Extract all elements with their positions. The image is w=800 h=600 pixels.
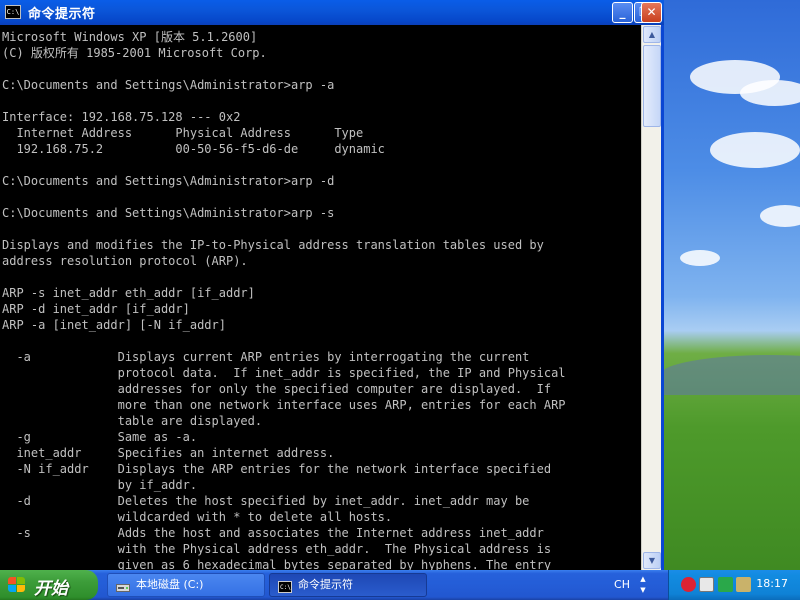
console-line: Internet Address Physical Address Type — [2, 126, 364, 140]
console-output[interactable]: Microsoft Windows XP [版本 5.1.2600] (C) 版权… — [0, 25, 641, 570]
console-line: Microsoft Windows XP [版本 5.1.2600] — [2, 30, 258, 44]
console-line: Displays and modifies the IP-to-Physical… — [2, 238, 544, 252]
console-line: -s Adds the host and associates the Inte… — [2, 526, 544, 540]
console-line: C:\Documents and Settings\Administrator>… — [2, 174, 335, 188]
console-line: by if_addr. — [2, 478, 198, 492]
console-line: -a Displays current ARP entries by inter… — [2, 350, 530, 364]
console-line: table are displayed. — [2, 414, 263, 428]
console-line: C:\Documents and Settings\Administrator>… — [2, 78, 335, 92]
cmd-icon[interactable]: C:\ — [5, 5, 21, 19]
cmd-icon: C:\ — [278, 579, 292, 593]
close-button[interactable]: ✕ — [641, 2, 662, 23]
console-line: inet_addr Specifies an internet address. — [2, 446, 335, 460]
console-line: given as 6 hexadecimal bytes separated b… — [2, 558, 552, 570]
network-icon[interactable] — [718, 577, 733, 592]
console-line: -N if_addr Displays the ARP entries for … — [2, 462, 552, 476]
minimize-button[interactable]: _ — [612, 2, 633, 23]
console-line: -d Deletes the host specified by inet_ad… — [2, 494, 530, 508]
console-line: ARP -d inet_addr [if_addr] — [2, 302, 190, 316]
svg-text:C:\: C:\ — [280, 584, 291, 591]
speaker-icon[interactable] — [736, 577, 751, 592]
start-button[interactable]: 开始 — [0, 570, 98, 600]
task-label: 命令提示符 — [298, 578, 353, 591]
task-label: 本地磁盘 (C:) — [136, 578, 204, 591]
console-line: address resolution protocol (ARP). — [2, 254, 248, 268]
console-line: addresses for only the specified compute… — [2, 382, 552, 396]
vmware-tools-icon[interactable] — [699, 577, 714, 592]
console-line: -g Same as -a. — [2, 430, 198, 444]
scroll-down-button[interactable]: ▼ — [643, 552, 661, 569]
console-line: Interface: 192.168.75.128 --- 0x2 — [2, 110, 241, 124]
console-text: Microsoft Windows XP [版本 5.1.2600] (C) 版权… — [0, 25, 641, 570]
console-line: ARP -s inet_addr eth_addr [if_addr] — [2, 286, 255, 300]
scroll-up-button[interactable]: ▲ — [643, 26, 661, 43]
drive-icon — [116, 579, 130, 592]
console-line: 192.168.75.2 00-50-56-f5-d6-de dynamic — [2, 142, 385, 156]
console-line: ARP -a [inet_addr] [-N if_addr] — [2, 318, 226, 332]
security-shield-icon[interactable] — [681, 577, 696, 592]
console-line: protocol data. If inet_addr is specified… — [2, 366, 566, 380]
console-line: wildcarded with * to delete all hosts. — [2, 510, 393, 524]
language-indicator[interactable]: CH — [609, 573, 635, 597]
start-label: 开始 — [34, 579, 68, 599]
system-tray: 18:17 — [668, 570, 800, 600]
console-line: C:\Documents and Settings\Administrator>… — [2, 206, 335, 220]
console-line: with the Physical address eth_addr. The … — [2, 542, 552, 556]
task-command-prompt[interactable]: C:\ 命令提示符 — [269, 573, 427, 597]
console-line: (C) 版权所有 1985-2001 Microsoft Corp. — [2, 46, 267, 60]
task-local-disk[interactable]: 本地磁盘 (C:) — [107, 573, 265, 597]
console-line: more than one network interface uses ARP… — [2, 398, 566, 412]
scrollbar-thumb[interactable] — [643, 45, 661, 127]
window-title: 命令提示符 — [28, 7, 96, 22]
vertical-scrollbar[interactable]: ▲ ▼ — [641, 25, 661, 570]
clock[interactable]: 18:17 — [756, 577, 788, 590]
command-prompt-window[interactable]: C:\ 命令提示符 _ ❐ ✕ Microsoft Windows XP [版本… — [0, 0, 664, 570]
window-titlebar[interactable]: C:\ 命令提示符 _ ❐ ✕ — [0, 0, 664, 25]
windows-logo-icon — [8, 577, 26, 593]
language-arrows-icon[interactable]: ▲ ▼ — [637, 574, 649, 596]
